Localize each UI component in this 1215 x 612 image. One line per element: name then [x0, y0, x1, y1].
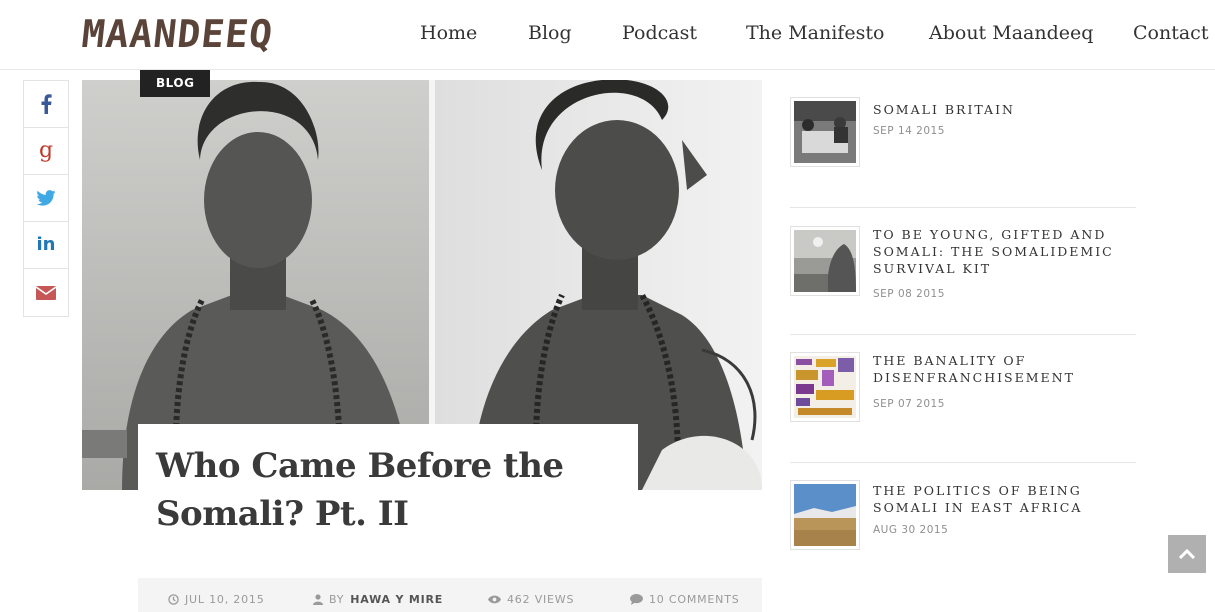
- sidebar-post-date: AUG 30 2015: [873, 524, 949, 536]
- chevron-up-icon: [1179, 549, 1195, 559]
- thumbnail-landscape: [794, 484, 856, 546]
- author-prefix: BY: [329, 593, 345, 606]
- sidebar-post-somali-britain: SOMALI BRITAIN SEP 14 2015: [790, 97, 1136, 169]
- sidebar-divider: [790, 334, 1136, 335]
- post-meta-bar: JUL 10, 2015 BY HAWA Y MIRE 462 VIEWS 10…: [138, 578, 762, 612]
- sidebar-post-title[interactable]: THE POLITICS OF BEING SOMALI IN EAST AFR…: [873, 482, 1133, 516]
- post-title-line-1: Who Came Before the: [156, 446, 564, 486]
- category-badge[interactable]: BLOG: [140, 70, 211, 97]
- post-views-text: 462 VIEWS: [507, 593, 575, 606]
- clock-icon: [168, 594, 179, 605]
- nav-home[interactable]: Home: [420, 22, 477, 44]
- main-nav: Home Blog Podcast The Manifesto About Ma…: [0, 22, 1215, 52]
- share-linkedin-button[interactable]: in: [24, 222, 68, 269]
- post-views: 462 VIEWS: [488, 593, 574, 606]
- sidebar-post-title[interactable]: SOMALI BRITAIN: [873, 101, 1133, 118]
- sidebar-post-date: SEP 07 2015: [873, 398, 945, 410]
- sidebar-post-politics-of-being-somali: THE POLITICS OF BEING SOMALI IN EAST AFR…: [790, 480, 1136, 552]
- back-to-top-button[interactable]: [1168, 535, 1206, 573]
- thumbnail-word-cloud: [794, 356, 856, 418]
- sidebar-post-banality-of-disenfranchisement: THE BANALITY OF DISENFRANCHISEMENT SEP 0…: [790, 352, 1136, 424]
- social-share-bar: g in: [23, 80, 69, 317]
- nav-blog[interactable]: Blog: [528, 22, 572, 44]
- facebook-icon: [41, 94, 52, 114]
- post-comments[interactable]: 10 COMMENTS: [630, 593, 740, 606]
- sidebar-post-date: SEP 14 2015: [873, 125, 945, 137]
- post-title-line-2: Somali? Pt. II: [156, 494, 409, 534]
- author-name: HAWA Y MIRE: [350, 593, 444, 606]
- post-comments-text: 10 COMMENTS: [649, 593, 740, 606]
- eye-icon: [488, 595, 501, 604]
- sidebar-post-thumbnail[interactable]: [790, 97, 860, 167]
- site-header: MAANDEEQ Home Blog Podcast The Manifesto…: [0, 0, 1215, 70]
- post-date-text: JUL 10, 2015: [185, 593, 265, 606]
- sidebar-post-title[interactable]: THE BANALITY OF DISENFRANCHISEMENT: [873, 352, 1133, 386]
- sidebar-post-title[interactable]: TO BE YOUNG, GIFTED AND SOMALI: THE SOMA…: [873, 226, 1133, 277]
- share-email-button[interactable]: [24, 269, 68, 316]
- nav-the-manifesto[interactable]: The Manifesto: [746, 22, 884, 44]
- share-facebook-button[interactable]: [24, 81, 68, 128]
- share-twitter-button[interactable]: [24, 175, 68, 222]
- sidebar-post-thumbnail[interactable]: [790, 480, 860, 550]
- twitter-icon: [36, 190, 56, 206]
- post-date: JUL 10, 2015: [168, 593, 265, 606]
- post-title[interactable]: Who Came Before the Somali? Pt. II: [156, 442, 620, 538]
- sidebar-post-date: SEP 08 2015: [873, 288, 945, 300]
- sidebar-post-thumbnail[interactable]: [790, 226, 860, 296]
- thumbnail-photo: [794, 230, 856, 292]
- comment-icon: [630, 594, 643, 605]
- post-author[interactable]: BY HAWA Y MIRE: [313, 593, 443, 606]
- share-google-plus-button[interactable]: g: [24, 128, 68, 175]
- linkedin-icon: in: [36, 234, 56, 255]
- google-plus-icon: g: [38, 138, 54, 163]
- thumbnail-photo: [794, 101, 856, 163]
- sidebar-post-thumbnail[interactable]: [790, 352, 860, 422]
- post-title-box: Who Came Before the Somali? Pt. II: [138, 424, 638, 542]
- sidebar-divider: [790, 207, 1136, 208]
- user-icon: [313, 594, 323, 605]
- nav-podcast[interactable]: Podcast: [622, 22, 697, 44]
- sidebar-divider: [790, 462, 1136, 463]
- email-icon: [36, 285, 56, 300]
- sidebar-post-young-gifted-somali: TO BE YOUNG, GIFTED AND SOMALI: THE SOMA…: [790, 226, 1136, 300]
- nav-contact[interactable]: Contact: [1133, 22, 1208, 44]
- nav-about-maandeeq[interactable]: About Maandeeq: [929, 22, 1093, 44]
